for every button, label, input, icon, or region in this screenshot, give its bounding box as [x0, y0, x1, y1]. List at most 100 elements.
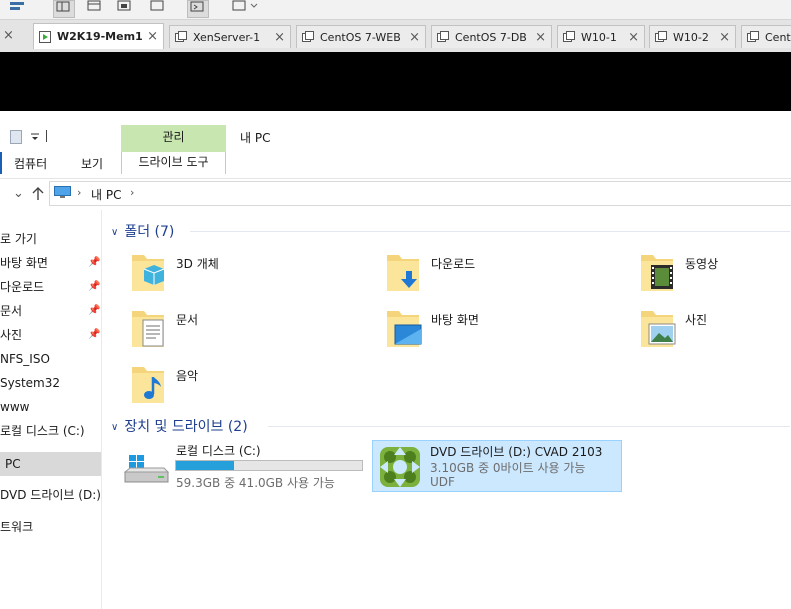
vm-icon	[437, 31, 449, 42]
split-view-icon[interactable]	[53, 0, 75, 18]
tab-w2k19-mem1[interactable]: W2K19-Mem1 ×	[33, 23, 164, 49]
drive-label: DVD 드라이브 (D:) CVAD 2103	[430, 445, 603, 459]
drive-usage-bar	[175, 460, 363, 471]
vm-icon	[563, 31, 575, 42]
nav-item-local-disk-c[interactable]: 로컬 디스크 (C:)	[0, 420, 101, 442]
folder-label: 다운로드	[431, 257, 476, 271]
file-tab-marker	[0, 152, 2, 174]
nav-item-downloads[interactable]: 다운로드 📌	[0, 276, 101, 298]
nav-item-label: 트워크	[0, 520, 34, 534]
drive-label: 로컬 디스크 (C:)	[176, 444, 261, 458]
nav-item-documents[interactable]: 문서 📌	[0, 300, 101, 322]
folder-label: 음악	[176, 369, 199, 383]
fit-window-icon[interactable]	[115, 0, 135, 16]
tab-label: XenServer-1	[193, 30, 261, 44]
group-header-folders[interactable]: ∨ 폴더 (7)	[111, 221, 174, 241]
tab-xenserver-1[interactable]: XenServer-1 ×	[169, 25, 291, 48]
ribbon-divider	[46, 130, 47, 142]
close-icon[interactable]: ×	[535, 30, 546, 45]
nav-item-network[interactable]: 트워크	[0, 516, 101, 538]
vm-powered-on-icon	[39, 30, 51, 43]
tab-centos-7-web[interactable]: CentOS 7-WEB ×	[296, 25, 426, 48]
vmware-toolbar	[0, 0, 791, 20]
drive-usage-fill	[176, 461, 234, 470]
quick-access-icon[interactable]	[10, 130, 22, 147]
this-pc-icon	[54, 186, 71, 199]
folder-label: 문서	[176, 313, 199, 327]
unity-view-icon[interactable]	[230, 0, 258, 16]
pin-icon: 📌	[88, 305, 101, 316]
address-bar[interactable]	[49, 181, 791, 206]
drive-free-space: 3.10GB 중 0바이트 사용 가능	[430, 461, 586, 475]
close-icon[interactable]: ×	[147, 29, 158, 44]
folder-label: 3D 개체	[176, 257, 219, 271]
tab-centos-7-db[interactable]: CentOS 7-DB ×	[431, 25, 552, 48]
nav-item-label: 사진	[0, 328, 23, 342]
drive-filesystem: UDF	[430, 475, 455, 489]
full-screen-icon[interactable]	[148, 0, 168, 16]
folder-label: 바탕 화면	[431, 313, 479, 327]
3d-objects-folder-icon[interactable]	[128, 251, 168, 295]
manage-tab[interactable]: 관리	[121, 125, 226, 152]
tab-view[interactable]: 보기	[81, 155, 103, 172]
tab-drive-tools[interactable]: 드라이브 도구	[121, 152, 226, 174]
close-icon[interactable]: ×	[719, 30, 730, 45]
drive-item-dvd-d[interactable]: DVD 드라이브 (D:) CVAD 2103 3.10GB 중 0바이트 사용…	[372, 440, 622, 492]
music-folder-icon[interactable]	[128, 363, 168, 407]
nav-item-pictures[interactable]: 사진 📌	[0, 324, 101, 346]
folder-label: 동영상	[685, 257, 719, 271]
vm-tab-bar: × W2K19-Mem1 × XenServer-1 × CentOS 7-WE…	[0, 20, 791, 53]
console-settings-icon[interactable]	[8, 0, 28, 16]
ribbon	[0, 119, 791, 179]
nav-item-nfs-iso[interactable]: NFS_ISO	[0, 348, 101, 370]
tab-w10-2[interactable]: W10-2 ×	[649, 25, 736, 48]
tab-label: CentOS 7-WEB	[320, 30, 401, 44]
pin-icon: 📌	[88, 329, 101, 340]
pin-icon: 📌	[88, 281, 101, 292]
close-icon[interactable]: ×	[409, 30, 420, 45]
nav-item-system32[interactable]: System32	[0, 372, 101, 394]
breadcrumb-this-pc[interactable]: 내 PC	[91, 186, 121, 203]
vm-icon	[175, 31, 187, 42]
group-title: 장치 및 드라이브 (2)	[124, 419, 248, 435]
nav-item-quick-access[interactable]: 로 가기	[0, 228, 101, 250]
downloads-folder-icon[interactable]	[383, 251, 423, 295]
folder-label: 사진	[685, 313, 708, 327]
breadcrumb-separator[interactable]: ›	[130, 186, 134, 199]
nav-item-dvd-drive[interactable]: DVD 드라이브 (D:) C	[0, 484, 101, 506]
tab-w10-1[interactable]: W10-1 ×	[557, 25, 645, 48]
close-icon[interactable]: ×	[628, 30, 639, 45]
nav-item-this-pc[interactable]: PC	[0, 452, 101, 476]
nav-item-label: 로 가기	[0, 232, 37, 246]
vm-icon	[655, 31, 667, 42]
tab-centos-partial[interactable]: CentO	[741, 25, 791, 48]
chevron-down-icon: ∨	[111, 227, 119, 238]
drive-free-space: 59.3GB 중 41.0GB 사용 가능	[176, 476, 335, 490]
nav-item-label: www	[0, 400, 30, 414]
tab-close-icon[interactable]: ×	[3, 28, 14, 43]
desktop-folder-icon[interactable]	[383, 307, 423, 351]
nav-item-label: 문서	[0, 304, 23, 318]
chevron-down-icon: ∨	[111, 422, 119, 433]
tab-label: W10-1	[581, 30, 617, 44]
breadcrumb-separator[interactable]: ›	[77, 186, 81, 199]
tab-computer[interactable]: 컴퓨터	[14, 155, 47, 172]
videos-folder-icon[interactable]	[637, 251, 677, 295]
close-icon[interactable]: ×	[274, 30, 285, 45]
documents-folder-icon[interactable]	[128, 307, 168, 351]
nav-item-desktop[interactable]: 바탕 화면 📌	[0, 252, 101, 274]
console-view-icon[interactable]	[85, 0, 105, 16]
pictures-folder-icon[interactable]	[637, 307, 677, 351]
recent-locations-chevron-icon[interactable]: ⌄	[13, 186, 24, 201]
nav-item-www[interactable]: www	[0, 396, 101, 418]
up-arrow-icon[interactable]	[31, 184, 45, 202]
group-divider	[190, 231, 790, 232]
pin-icon: 📌	[88, 257, 101, 268]
group-header-devices-drives[interactable]: ∨ 장치 및 드라이브 (2)	[111, 416, 248, 436]
nav-item-label: DVD 드라이브 (D:) C	[0, 488, 101, 502]
customize-quick-access-icon[interactable]	[30, 131, 40, 145]
vm-icon	[302, 31, 314, 42]
terminal-icon[interactable]	[187, 0, 209, 18]
navigation-pane: 로 가기 바탕 화면 📌 다운로드 📌 문서 📌 사진 📌 NFS_ISO System…	[0, 210, 102, 609]
hard-drive-icon	[123, 454, 170, 491]
